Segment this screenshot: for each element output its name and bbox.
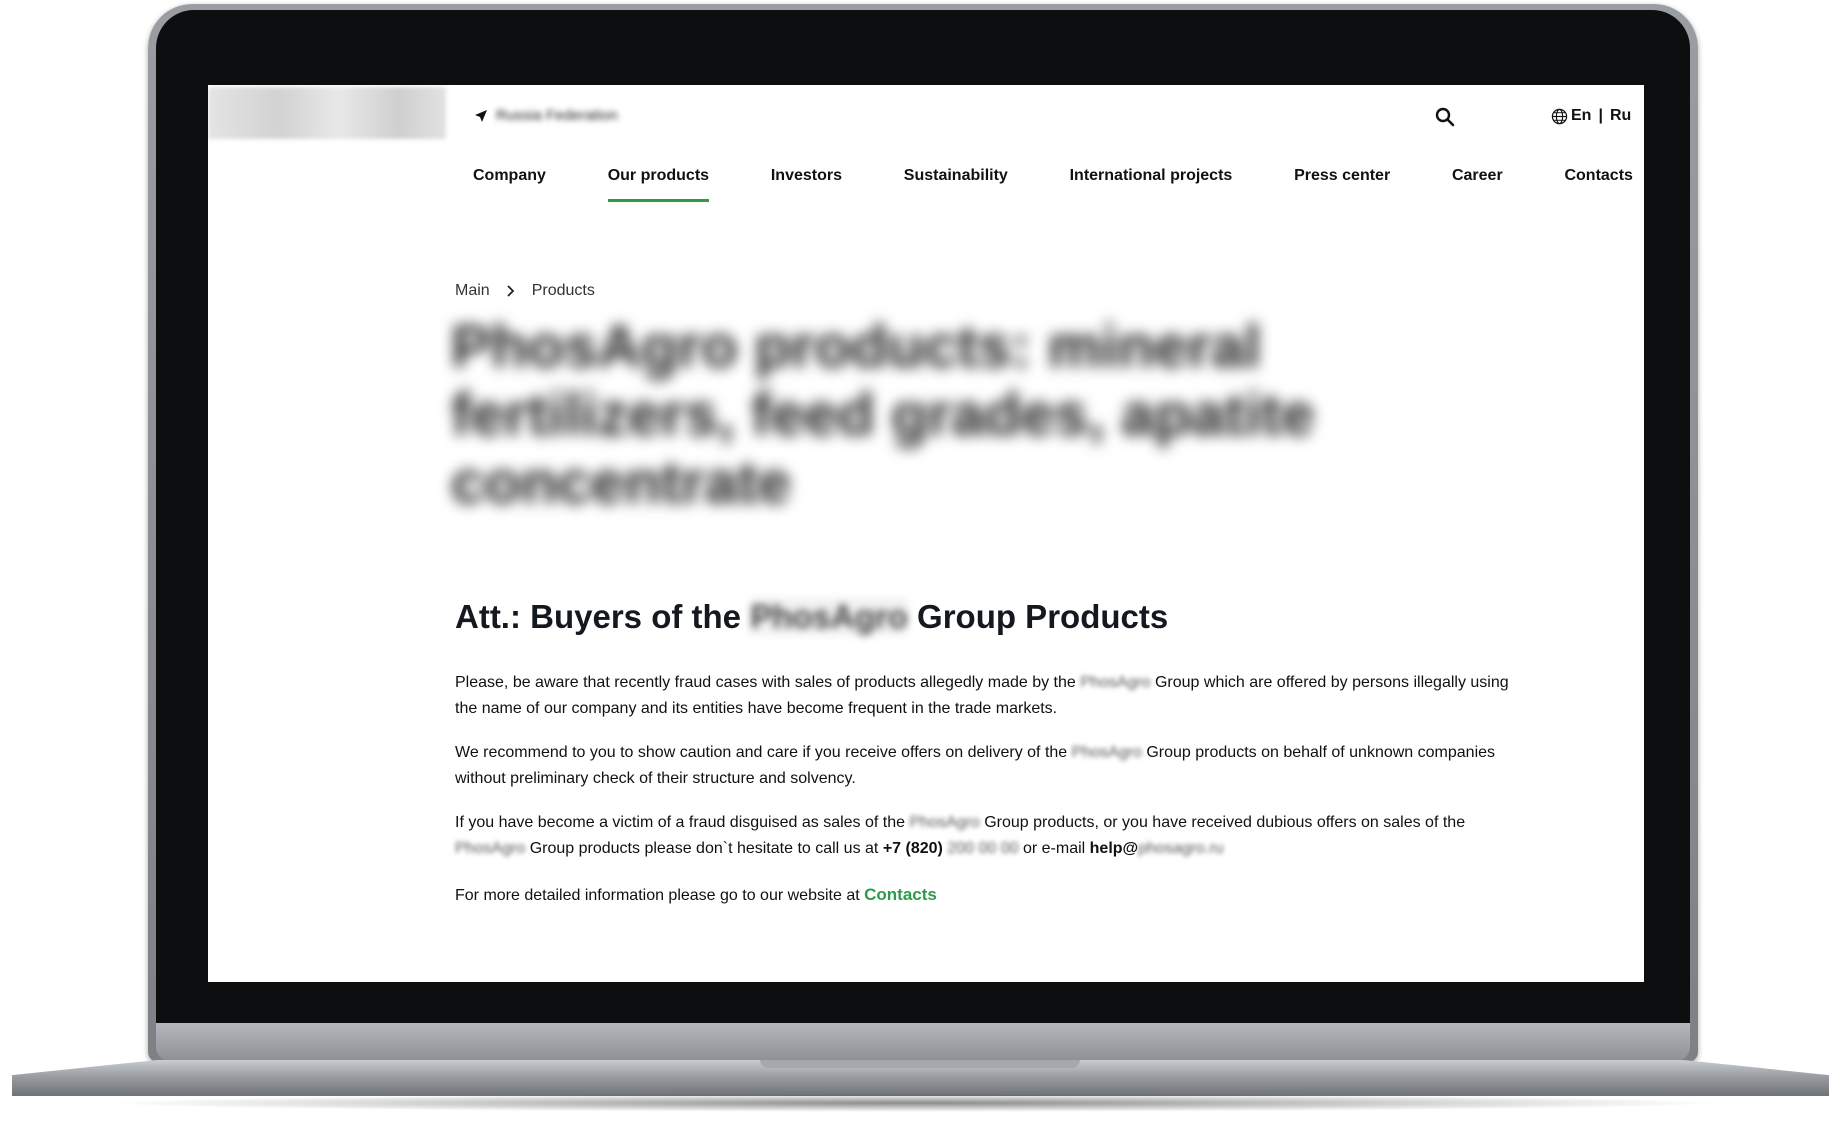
main-navigation: Company Our products Investors Sustainab… [473,167,1633,202]
email-rest: phosagro.ru [1138,840,1224,857]
nav-item-career[interactable]: Career [1452,167,1503,202]
location-selector[interactable]: Russia Federation [474,107,618,124]
nav-item-investors[interactable]: Investors [771,167,842,202]
notice-paragraph-3: If you have become a victim of a fraud d… [455,810,1535,862]
notice-paragraph-2: We recommend to you to show caution and … [455,740,1535,792]
p1-text-a: Please, be aware that recently fraud cas… [455,674,1076,691]
language-switcher: En | Ru [1551,107,1631,125]
phone-prefix: +7 (820) [882,840,943,857]
nav-item-company[interactable]: Company [473,167,546,202]
laptop-hinge [156,1023,1690,1061]
email-prefix: help@ [1089,840,1139,857]
page-title: PhosAgro products: mineral fertilizers, … [451,313,1315,516]
breadcrumb: Main Products [455,282,595,300]
p1-company: PhosAgro [1080,674,1151,691]
notice-paragraph-1: Please, be aware that recently fraud cas… [455,670,1535,722]
notice-heading: Att.: Buyers of the PhosAgro Group Produ… [455,598,1168,636]
phone-number-rest: 200 00 00 [947,840,1019,857]
breadcrumb-main-link[interactable]: Main [455,282,490,300]
chevron-right-icon [507,285,514,297]
location-text: Russia Federation [496,107,618,124]
notice-heading-prefix: Att.: Buyers of the [455,598,742,635]
notice-heading-company: PhosAgro [750,598,908,635]
p2-text-a: We recommend to you to show caution and … [455,744,1068,761]
notice-heading-suffix: Group Products [917,598,1169,635]
globe-icon [1551,108,1568,124]
lang-separator: | [1598,107,1603,124]
p3-text-a: If you have become a victim of a fraud d… [455,814,906,831]
company-logo[interactable] [208,87,446,139]
lang-en-link[interactable]: En [1571,107,1591,125]
nav-item-international-projects[interactable]: International projects [1070,167,1233,202]
p4-text: For more detailed information please go … [455,887,860,904]
p3-text-d: or e-mail [1022,840,1086,857]
p3-company-2: PhosAgro [455,840,526,857]
browser-screen: Russia Federation En | Ru Company Our pr… [208,85,1644,982]
p3-company-1: PhosAgro [909,814,980,831]
p3-text-b: Group products, or you have received dub… [984,814,1466,831]
p2-company: PhosAgro [1071,744,1142,761]
nav-item-our-products[interactable]: Our products [607,167,710,202]
nav-item-press-center[interactable]: Press center [1294,167,1390,202]
p3-text-c: Group products please don`t hesitate to … [529,840,879,857]
contacts-link[interactable]: Contacts [864,885,937,904]
nav-item-contacts[interactable]: Contacts [1564,167,1632,202]
nav-item-sustainability[interactable]: Sustainability [904,167,1008,202]
location-arrow-icon [475,109,487,122]
breadcrumb-current: Products [531,282,595,299]
search-icon[interactable] [1435,107,1455,127]
laptop-shadow [100,1094,1729,1112]
lang-ru-link[interactable]: Ru [1610,107,1631,125]
notice-paragraph-4: For more detailed information please go … [455,882,1535,909]
laptop-base-notch [760,1060,1080,1068]
